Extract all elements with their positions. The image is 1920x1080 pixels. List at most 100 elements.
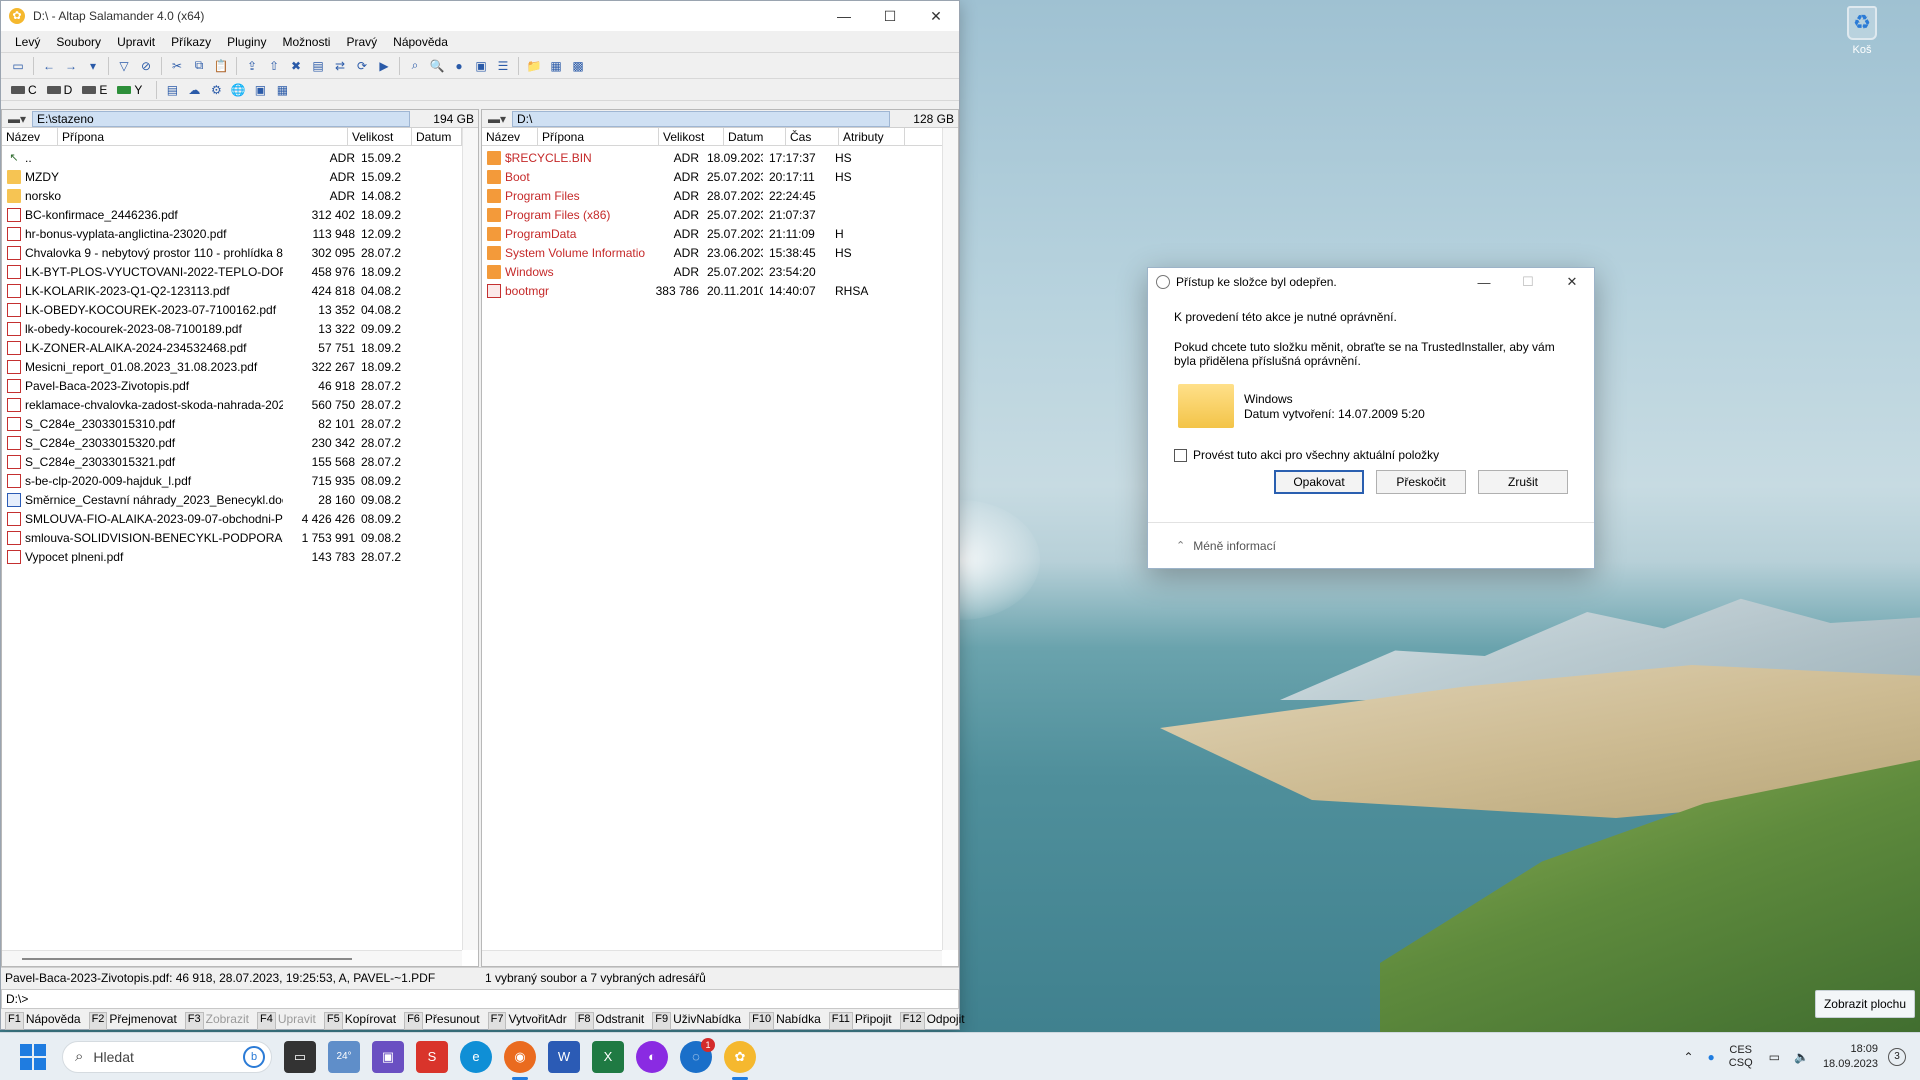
salamander-taskbar-icon[interactable]: ✿	[724, 1040, 756, 1080]
menu-help[interactable]: Nápověda	[393, 35, 448, 49]
right-vertical-scrollbar[interactable]	[942, 128, 958, 950]
search-files-icon[interactable]: 🔍	[426, 56, 448, 76]
view-mode-icon[interactable]: ☰	[492, 56, 514, 76]
task-view-icon[interactable]: ▭	[284, 1040, 316, 1073]
new-folder-icon[interactable]: 📁	[523, 56, 545, 76]
left-path[interactable]: E:\stazeno	[32, 110, 410, 127]
left-drive-dropdown[interactable]: ▬▾	[2, 112, 32, 126]
table-row[interactable]: S_C284e_23033015310.pdf 82 101 28.07.2023	[2, 414, 462, 433]
table-row[interactable]: smlouva-SOLIDVISION-BENECYKL-PODPORA-202…	[2, 528, 462, 547]
table-row[interactable]: Vypocet plneni.pdf 143 783 28.07.2023	[2, 547, 462, 566]
notification-count[interactable]: 3	[1888, 1048, 1906, 1066]
firefox-icon[interactable]: ◉	[504, 1040, 536, 1080]
minimize-button[interactable]: —	[821, 1, 867, 31]
col-size[interactable]: Velikost	[659, 127, 724, 146]
game-icon[interactable]: ◐	[636, 1040, 668, 1073]
checkbox-box[interactable]	[1174, 448, 1187, 462]
documents-icon[interactable]: ▤	[161, 80, 183, 100]
fkey-f8-button[interactable]: F8 Odstranit	[574, 1012, 644, 1030]
menu-edit[interactable]: Upravit	[117, 35, 155, 49]
menu-commands[interactable]: Příkazy	[171, 35, 211, 49]
properties-icon[interactable]: ▤	[307, 56, 329, 76]
col-ext[interactable]: Přípona	[538, 127, 659, 146]
table-row[interactable]: s-be-clp-2020-009-hajduk_l.pdf 715 935 08.…	[2, 471, 462, 490]
edge-icon[interactable]: e	[460, 1040, 492, 1073]
fkey-f10-button[interactable]: F10 Nabídka	[749, 1012, 821, 1030]
pack-icon[interactable]: ▶	[373, 56, 395, 76]
maximize-button[interactable]: ☐	[867, 1, 913, 31]
table-row[interactable]: Mesicni_report_01.08.2023_31.08.2023.pdf…	[2, 357, 462, 376]
table-row[interactable]: ↖.. ADR 15.09.2023	[2, 148, 462, 167]
user-icon[interactable]: ●	[448, 56, 470, 76]
right-drive-dropdown[interactable]: ▬▾	[482, 112, 512, 126]
copilot-icon[interactable]: ●	[1708, 1050, 1715, 1064]
softmaker-icon[interactable]: S	[416, 1040, 448, 1073]
copy-icon[interactable]: ⧉	[188, 56, 210, 76]
table-row[interactable]: LK-OBEDY-KOCOUREK-2023-07-7100162.pdf 13 …	[2, 300, 462, 319]
close-button[interactable]: ✕	[913, 1, 959, 31]
find-icon[interactable]: ⌕	[404, 56, 426, 76]
refresh-icon[interactable]: ⟳	[351, 56, 373, 76]
table-row[interactable]: MZDY ADR 15.09.2023	[2, 167, 462, 186]
teams-icon[interactable]: ▣	[372, 1040, 404, 1073]
col-ext[interactable]: Přípona	[58, 127, 348, 146]
taskbar-search[interactable]: ⌕ Hledat b	[62, 1040, 272, 1073]
table-row[interactable]: SMLOUVA-FIO-ALAIKA-2023-09-07-obchodni-P…	[2, 509, 462, 528]
connect-icon[interactable]: ▭	[7, 56, 29, 76]
left-horizontal-scrollbar[interactable]	[2, 950, 462, 966]
apply-all-checkbox[interactable]: Provést tuto akci pro všechny aktuální p…	[1174, 448, 1568, 462]
compare-icon[interactable]: ⇄	[329, 56, 351, 76]
col-attributes[interactable]: Atributy	[839, 127, 905, 146]
table-row[interactable]: Chvalovka 9 - nebytový prostor 110 - pro…	[2, 243, 462, 262]
forward-icon[interactable]: →	[60, 56, 82, 76]
fkey-f11-button[interactable]: F11 Připojit	[828, 1012, 892, 1030]
network-icon[interactable]: ▭	[1769, 1050, 1780, 1064]
move-files-icon[interactable]: ⇧	[263, 56, 285, 76]
chevron-up-icon[interactable]: ⌃	[1683, 1050, 1693, 1064]
dialog-close-button[interactable]: ✕	[1550, 274, 1594, 290]
command-line[interactable]: D:\>	[1, 989, 959, 1009]
retry-button[interactable]: Opakovat	[1274, 470, 1364, 494]
fkey-f6-button[interactable]: F6 Přesunout	[404, 1012, 480, 1030]
table-row[interactable]: reklamace-chvalovka-zadost-skoda-nahrada…	[2, 395, 462, 414]
drive-c-button[interactable]: C	[11, 83, 37, 97]
cancel-button[interactable]: Zrušit	[1478, 470, 1568, 494]
table-row[interactable]: S_C284e_23033015320.pdf 230 342 28.07.2023	[2, 433, 462, 452]
table-row[interactable]: lk-obedy-kocourek-2023-08-7100189.pdf 13 …	[2, 319, 462, 338]
weather-icon[interactable]: 24°	[328, 1040, 360, 1073]
right-path[interactable]: D:\	[512, 110, 890, 127]
filter-off-icon[interactable]: ⊘	[135, 56, 157, 76]
table-row[interactable]: S_C284e_23033015321.pdf 155 568 28.07.2023	[2, 452, 462, 471]
table-row[interactable]: norsko ADR 14.08.2023	[2, 186, 462, 205]
left-panel[interactable]: ▬▾ E:\stazeno 194 GB Název Přípona Velik…	[1, 109, 479, 967]
globe-icon[interactable]: 🌐	[227, 80, 249, 100]
drive-y-button[interactable]: Y	[117, 83, 142, 97]
table-row[interactable]: $RECYCLE.BIN ADR 18.09.2023 17:17:37 HS	[482, 148, 942, 167]
messenger-icon[interactable]: ◌ 1	[680, 1037, 715, 1073]
start-button[interactable]	[20, 1043, 46, 1070]
col-time[interactable]: Čas	[786, 127, 839, 146]
recycle-bin[interactable]: ♻ Koš	[1838, 6, 1886, 56]
network-icon[interactable]: ▩	[567, 56, 589, 76]
title-bar[interactable]: ✿ D:\ - Altap Salamander 4.0 (x64) — ☐ ✕	[1, 1, 959, 31]
excel-icon[interactable]: X	[592, 1040, 624, 1073]
col-name[interactable]: Název	[482, 127, 538, 146]
right-horizontal-scrollbar[interactable]	[482, 950, 942, 966]
fkey-f2-button[interactable]: F2 Přejmenovat	[88, 1012, 177, 1030]
desktop-icon[interactable]: ▦	[271, 80, 293, 100]
filter-icon[interactable]: ▽	[113, 56, 135, 76]
dialog-title-bar[interactable]: Přístup ke složce byl odepřen. — ☐ ✕	[1148, 268, 1594, 296]
table-row[interactable]: BC-konfirmace_2446236.pdf 312 402 18.09.20…	[2, 205, 462, 224]
drive-d-button[interactable]: D	[46, 83, 72, 97]
skip-button[interactable]: Přeskočit	[1376, 470, 1466, 494]
fkey-f5-button[interactable]: F5 Kopírovat	[323, 1012, 396, 1030]
language-indicator[interactable]: CES CSQ	[1729, 1044, 1753, 1070]
dialog-minimize-button[interactable]: —	[1462, 275, 1506, 290]
left-vertical-scrollbar[interactable]	[462, 128, 478, 950]
drive-e-button[interactable]: E	[82, 83, 107, 97]
table-row[interactable]: LK-ZONER-ALAIKA-2024-234532468.pdf 57 751…	[2, 338, 462, 357]
table-row[interactable]: System Volume Information ADR 23.06.2023 15…	[482, 243, 942, 262]
table-row[interactable]: Program Files (x86) ADR 25.07.2023 21:07:37	[482, 205, 942, 224]
less-info-toggle[interactable]: ⌃ Méně informací	[1148, 522, 1594, 568]
table-row[interactable]: LK-BYT-PLOS-VYUCTOVANI-2022-TEPLO-DOPLAT…	[2, 262, 462, 281]
